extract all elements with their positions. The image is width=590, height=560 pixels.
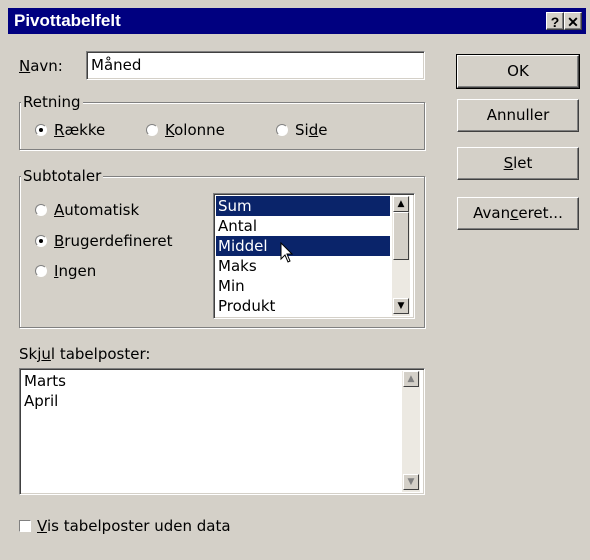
advanced-button[interactable]: Avanceret... <box>457 197 579 230</box>
scroll-up-button[interactable]: ▲ <box>393 196 409 212</box>
scroll-down-arrow-icon: ▼ <box>407 477 415 487</box>
close-icon: ✕ <box>567 14 579 30</box>
title-bar[interactable]: Pivottabelfelt ? ✕ <box>8 8 586 34</box>
function-list: Sum Antal Middel Maks Min Produkt <box>216 196 390 316</box>
radio-automatic[interactable] <box>35 204 47 216</box>
function-list-scrollbar[interactable]: ▲ ▼ <box>392 196 410 316</box>
name-input[interactable]: Måned <box>86 51 425 80</box>
delete-button[interactable]: Slet <box>457 147 579 180</box>
scroll-up-arrow-icon: ▲ <box>397 199 405 209</box>
radio-page-orientation[interactable] <box>276 124 288 136</box>
radio-column-orientation[interactable] <box>146 124 158 136</box>
radio-none[interactable] <box>35 265 47 277</box>
cancel-button[interactable]: Annuller <box>457 99 579 132</box>
list-item-min[interactable]: Min <box>216 276 390 296</box>
scroll-thumb[interactable] <box>393 212 409 260</box>
list-item-count[interactable]: Antal <box>216 216 390 236</box>
help-icon: ? <box>550 14 560 30</box>
list-item-sum[interactable]: Sum <box>216 196 390 216</box>
orientation-option-page[interactable]: Side <box>276 121 327 139</box>
scroll-down-button[interactable]: ▼ <box>393 298 409 314</box>
mouse-pointer-icon <box>280 242 294 263</box>
hide-items-list: Marts April <box>22 371 400 411</box>
function-listbox[interactable]: Sum Antal Middel Maks Min Produkt ▲ ▼ <box>213 193 415 319</box>
subtotal-option-none[interactable]: Ingen <box>35 262 96 280</box>
subtotals-group-label: Subtotaler <box>21 167 104 185</box>
close-button[interactable]: ✕ <box>564 12 582 30</box>
ok-button[interactable]: OK <box>456 54 580 89</box>
help-button[interactable]: ? <box>546 12 564 30</box>
orientation-group-label: Retning <box>21 93 83 111</box>
hidden-item[interactable]: April <box>22 391 400 411</box>
hide-items-label: Skjul tabelposter: <box>19 345 151 363</box>
hide-scroll-up-button[interactable]: ▲ <box>403 371 419 387</box>
list-item-product[interactable]: Produkt <box>216 296 390 316</box>
subtotal-option-automatic[interactable]: Automatisk <box>35 201 139 219</box>
show-empty-option[interactable]: Vis tabelposter uden data <box>19 517 231 535</box>
hide-items-scrollbar[interactable]: ▲ ▼ <box>402 371 420 492</box>
show-empty-checkbox[interactable] <box>19 520 31 532</box>
name-input-value: Måned <box>91 56 142 74</box>
scroll-up-arrow-icon: ▲ <box>407 374 415 384</box>
radio-custom[interactable] <box>35 235 47 247</box>
orientation-option-row[interactable]: Række <box>35 121 105 139</box>
name-label: Navn: <box>19 57 63 75</box>
hide-scroll-down-button[interactable]: ▼ <box>403 474 419 490</box>
hide-items-listbox[interactable]: Marts April ▲ ▼ <box>19 368 425 495</box>
list-item-max[interactable]: Maks <box>216 256 390 276</box>
scroll-down-arrow-icon: ▼ <box>397 301 405 311</box>
radio-row-orientation[interactable] <box>35 124 47 136</box>
hidden-item[interactable]: Marts <box>22 371 400 391</box>
orientation-option-column[interactable]: Kolonne <box>146 121 225 139</box>
subtotal-option-custom[interactable]: Brugerdefineret <box>35 232 173 250</box>
dialog-title: Pivottabelfelt <box>14 11 121 30</box>
list-item-average[interactable]: Middel <box>216 236 390 256</box>
